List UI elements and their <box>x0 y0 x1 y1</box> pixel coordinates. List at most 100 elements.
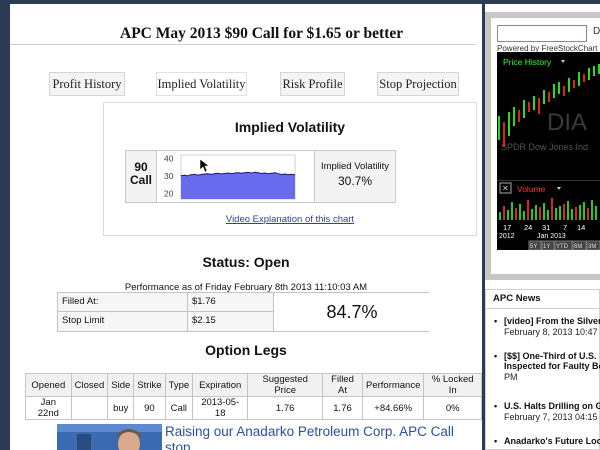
volume-bar <box>563 204 565 220</box>
iv-data-point <box>281 174 282 175</box>
iv-data-point <box>257 172 259 174</box>
cell-strike: 90 <box>133 396 166 420</box>
volume-bar <box>515 208 517 220</box>
range-1y-label: 1Y <box>543 244 550 250</box>
news-headline-line2[interactable]: Inspected for Faulty Bo <box>504 361 600 371</box>
iv-summary: 90 Call 40 30 20 Implied Volatility 30.7% <box>125 150 396 203</box>
implied-volatility-panel: Implied Volatility 90 Call 40 30 20 Implie… <box>103 102 477 236</box>
iv-data-point <box>197 174 199 176</box>
news-date: February 8, 2013 10:47 <box>504 327 598 337</box>
volume-bar <box>595 206 597 220</box>
news-date: PM <box>504 372 518 382</box>
date-tick: 24 <box>524 223 532 232</box>
chevron-down-icon <box>557 187 561 190</box>
video-explanation-link[interactable]: Video Explanation of this chart <box>104 214 476 225</box>
tab-implied-volatility[interactable]: Implied Volatility <box>156 72 247 96</box>
cell-side: buy <box>107 396 135 420</box>
stock-chart-widget[interactable]: Price History DIA SPDR Dow Jones Ind ✕ V… <box>497 52 600 250</box>
volume-bar <box>591 200 593 220</box>
col-expiration: Expiration <box>192 373 249 397</box>
stock-chart-svg: Price History DIA SPDR Dow Jones Ind ✕ V… <box>497 57 600 250</box>
iv-data-point <box>217 172 219 174</box>
article-thumbnail[interactable] <box>57 424 162 450</box>
volume-bar <box>547 210 549 220</box>
news-headline[interactable]: [$$] One-Third of U.S. <box>504 351 597 361</box>
price-candle <box>528 102 530 112</box>
cell-locked-in: 0% <box>423 396 482 420</box>
price-candle <box>568 78 570 92</box>
news-date: February 7, 2013 04:15 <box>504 412 598 422</box>
tab-risk-profile[interactable]: Risk Profile <box>280 72 345 96</box>
price-candle <box>563 86 565 96</box>
iv-title: Implied Volatility <box>234 119 346 135</box>
volume-bar <box>503 206 505 220</box>
tab-stop-projection[interactable]: Stop Projection <box>377 72 459 96</box>
volume-bar <box>539 207 541 220</box>
page-title: APC May 2013 $90 Call for $1.65 or bette… <box>120 25 404 42</box>
volume-bar <box>531 209 533 220</box>
symbol-search-input[interactable] <box>497 25 587 42</box>
news-item[interactable]: • [$$] One-Third of U.S. Inspected for Fa… <box>494 351 600 382</box>
range-ytd-label: YTD <box>556 244 569 250</box>
cell-type: Call <box>164 396 194 420</box>
range-buttons: 5Y 1Y YTD 6M 3M <box>528 240 600 250</box>
news-headline[interactable]: [video] From the Silver <box>504 316 600 326</box>
iv-data-point <box>230 173 232 175</box>
date-tick: 31 <box>542 223 550 232</box>
iv-data-point <box>247 172 249 173</box>
stop-limit-value: $2.15 <box>192 315 216 326</box>
price-candle <box>518 110 520 122</box>
price-candle <box>513 107 515 126</box>
volume-bar <box>583 202 585 220</box>
iv-data-point <box>194 174 195 175</box>
month-label: Jan 2013 <box>537 233 566 240</box>
option-legs-table: Opened Closed Side Strike Type Expiratio… <box>25 373 482 420</box>
symbol-watermark: DIA <box>547 109 587 136</box>
cell-expiration: 2013-05-18 <box>192 396 249 420</box>
article-title-link[interactable]: Raising our Anadarko Petroleum Corp. APC… <box>165 424 465 450</box>
col-locked-in: % Locked In <box>423 373 482 397</box>
iv-data-point <box>267 173 269 175</box>
volume-bar <box>551 198 553 220</box>
news-item[interactable]: • [video] From the Silver February 8, 201… <box>494 316 600 337</box>
col-opened: Opened <box>25 373 72 397</box>
volume-bar <box>571 209 573 220</box>
col-strike: Strike <box>133 373 166 397</box>
iv-data-point <box>261 173 262 174</box>
option-label: 90 Call <box>126 151 157 202</box>
news-divider <box>486 308 600 309</box>
price-candle <box>583 74 585 82</box>
iv-data-point <box>291 173 292 175</box>
iv-data-point <box>214 173 215 175</box>
iv-data-point <box>210 174 212 175</box>
search-suffix: D <box>593 26 600 37</box>
cell-performance: +84.66% <box>361 396 425 420</box>
col-performance: Performance <box>361 373 425 397</box>
table-header-row: Opened Closed Side Strike Type Expiratio… <box>25 373 482 397</box>
status-heading: Status: Open <box>202 254 290 270</box>
status-table: Filled At: $1.76 Stop Limit $2.15 84.7% <box>57 292 430 332</box>
tab-profit-history[interactable]: Profit History <box>49 72 125 96</box>
bullet-icon: • <box>494 436 498 446</box>
iv-data-point <box>251 172 252 174</box>
news-item[interactable]: • U.S. Halts Drilling on G February 7, 20… <box>494 401 600 422</box>
col-suggested-price: Suggested Price <box>247 373 324 397</box>
news-headline[interactable]: Anadarko's Future Loo <box>504 436 600 446</box>
iv-data-point <box>284 173 286 175</box>
volume-bar <box>543 203 545 220</box>
volume-label: Volume <box>517 184 546 194</box>
iv-chart[interactable]: 40 30 20 <box>157 151 314 202</box>
date-tick: 14 <box>577 223 585 232</box>
iv-data-point <box>237 172 239 173</box>
price-candle <box>538 98 540 114</box>
news-headline[interactable]: U.S. Halts Drilling on G <box>504 401 600 411</box>
price-candle <box>508 112 510 136</box>
chart-widget-frame-bottom <box>485 274 600 280</box>
news-item[interactable]: • Anadarko's Future Loo <box>494 436 600 446</box>
volume-bar <box>535 205 537 220</box>
iv-data-point <box>224 173 225 174</box>
iv-data-point <box>241 172 242 174</box>
stop-limit-label: Stop Limit <box>58 312 188 331</box>
volume-bar <box>499 212 501 220</box>
price-history-label: Price History <box>503 57 552 67</box>
